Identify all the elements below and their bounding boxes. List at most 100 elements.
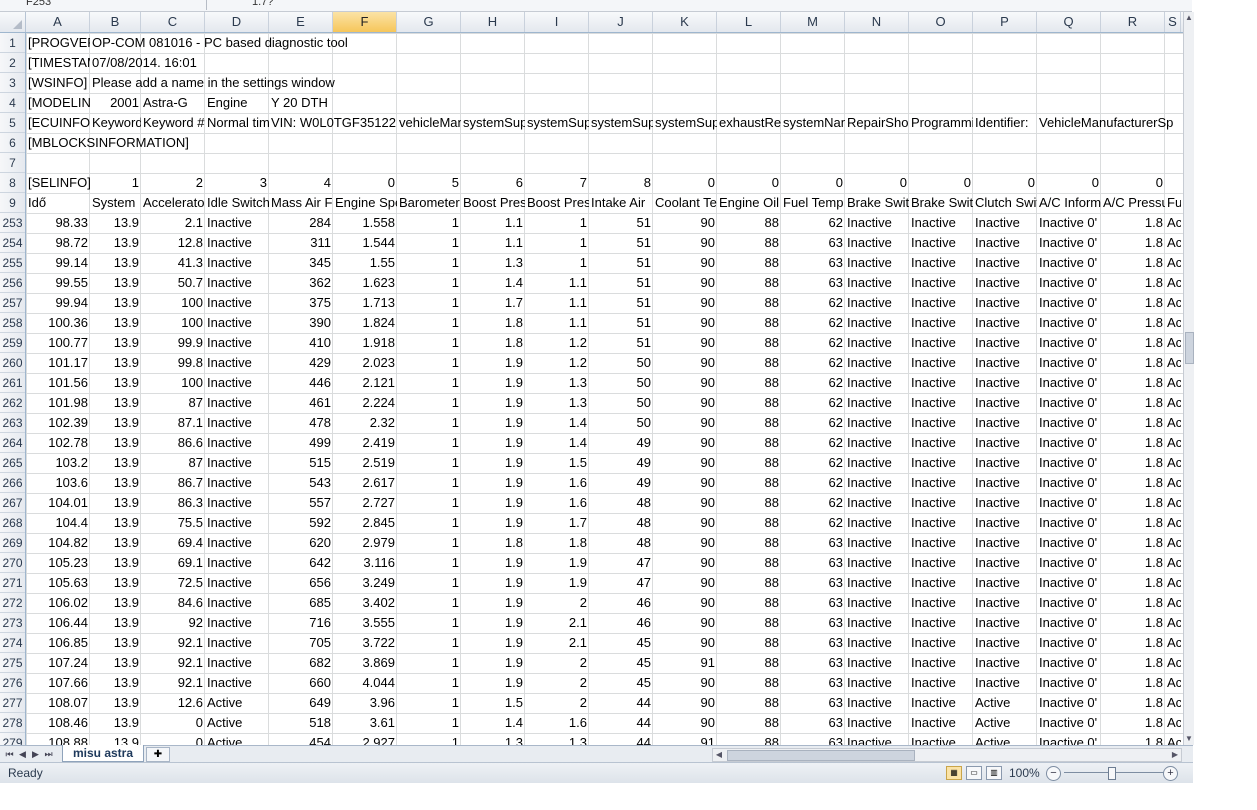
column-header-E[interactable]: E — [269, 12, 333, 32]
cell-B33[interactable]: 13.9 — [90, 673, 141, 693]
cell-I24[interactable]: 1.6 — [525, 493, 589, 513]
cell-G9[interactable]: Barometer — [397, 193, 461, 213]
cell-C36[interactable]: 0 — [141, 733, 205, 745]
cell-N10[interactable]: Inactive — [845, 213, 909, 233]
cell-D34[interactable]: Active — [205, 693, 269, 713]
cell-R11[interactable]: 1.8 — [1101, 233, 1165, 253]
cell-C32[interactable]: 92.1 — [141, 653, 205, 673]
cell-S12[interactable]: Ac — [1165, 253, 1181, 273]
vertical-scrollbar[interactable]: ▲ ▼ — [1183, 12, 1194, 745]
cell-H10[interactable]: 1.1 — [461, 213, 525, 233]
column-header-N[interactable]: N — [845, 12, 909, 32]
cell-R29[interactable]: 1.8 — [1101, 593, 1165, 613]
cell-B17[interactable]: 13.9 — [90, 353, 141, 373]
cell-K19[interactable]: 90 — [653, 393, 717, 413]
cell-A14[interactable]: 99.94 — [26, 293, 90, 313]
cell-A30[interactable]: 106.44 — [26, 613, 90, 633]
cell-R8[interactable]: 0 — [1101, 173, 1165, 193]
cell-E35[interactable]: 518 — [269, 713, 333, 733]
cell-E20[interactable]: 478 — [269, 413, 333, 433]
cell-P30[interactable]: Inactive — [973, 613, 1037, 633]
cell-O9[interactable]: Brake Switch — [909, 193, 973, 213]
cell-G34[interactable]: 1 — [397, 693, 461, 713]
cell-P15[interactable]: Inactive — [973, 313, 1037, 333]
cell-E36[interactable]: 454 — [269, 733, 333, 745]
cell-B14[interactable]: 13.9 — [90, 293, 141, 313]
row-header-269[interactable]: 269 — [0, 533, 25, 553]
cell-B36[interactable]: 13.9 — [90, 733, 141, 745]
column-header-C[interactable]: C — [141, 12, 205, 32]
cell-D32[interactable]: Inactive — [205, 653, 269, 673]
cell-H35[interactable]: 1.4 — [461, 713, 525, 733]
column-header-S[interactable]: S — [1165, 12, 1181, 32]
row-header-1[interactable]: 1 — [0, 33, 25, 53]
cell-D20[interactable]: Inactive — [205, 413, 269, 433]
cell-A33[interactable]: 107.66 — [26, 673, 90, 693]
cell-G21[interactable]: 1 — [397, 433, 461, 453]
cell-L20[interactable]: 88 — [717, 413, 781, 433]
row-header-266[interactable]: 266 — [0, 473, 25, 493]
cell-M23[interactable]: 62 — [781, 473, 845, 493]
cell-G22[interactable]: 1 — [397, 453, 461, 473]
cell-M28[interactable]: 63 — [781, 573, 845, 593]
cell-D5[interactable]: Normal timing — [205, 113, 269, 133]
cell-N24[interactable]: Inactive — [845, 493, 909, 513]
cell-B20[interactable]: 13.9 — [90, 413, 141, 433]
cell-H21[interactable]: 1.9 — [461, 433, 525, 453]
cell-E33[interactable]: 660 — [269, 673, 333, 693]
cell-D9[interactable]: Idle Switch — [205, 193, 269, 213]
column-header-J[interactable]: J — [589, 12, 653, 32]
cell-J14[interactable]: 51 — [589, 293, 653, 313]
cell-G13[interactable]: 1 — [397, 273, 461, 293]
cell-C34[interactable]: 12.6 — [141, 693, 205, 713]
cell-I19[interactable]: 1.3 — [525, 393, 589, 413]
cell-O12[interactable]: Inactive — [909, 253, 973, 273]
row-header-9[interactable]: 9 — [0, 193, 25, 213]
cell-K26[interactable]: 90 — [653, 533, 717, 553]
cell-R13[interactable]: 1.8 — [1101, 273, 1165, 293]
cell-H15[interactable]: 1.8 — [461, 313, 525, 333]
cell-P33[interactable]: Inactive — [973, 673, 1037, 693]
cell-A28[interactable]: 105.63 — [26, 573, 90, 593]
cell-K5[interactable]: systemSupplier — [653, 113, 717, 133]
cell-Q14[interactable]: Inactive 0' — [1037, 293, 1101, 313]
cell-P22[interactable]: Inactive — [973, 453, 1037, 473]
cell-M26[interactable]: 63 — [781, 533, 845, 553]
cell-E28[interactable]: 656 — [269, 573, 333, 593]
cell-N5[interactable]: RepairShopCode — [845, 113, 909, 133]
cell-H12[interactable]: 1.3 — [461, 253, 525, 273]
cell-H17[interactable]: 1.9 — [461, 353, 525, 373]
cell-O30[interactable]: Inactive — [909, 613, 973, 633]
cell-L26[interactable]: 88 — [717, 533, 781, 553]
cell-F26[interactable]: 2.979 — [333, 533, 397, 553]
cell-M30[interactable]: 63 — [781, 613, 845, 633]
cell-L16[interactable]: 88 — [717, 333, 781, 353]
cell-F15[interactable]: 1.824 — [333, 313, 397, 333]
cell-J30[interactable]: 46 — [589, 613, 653, 633]
cell-M11[interactable]: 63 — [781, 233, 845, 253]
cell-B4[interactable]: 2001 — [90, 93, 141, 113]
cell-F35[interactable]: 3.61 — [333, 713, 397, 733]
cell-K21[interactable]: 90 — [653, 433, 717, 453]
cell-L23[interactable]: 88 — [717, 473, 781, 493]
cell-H26[interactable]: 1.8 — [461, 533, 525, 553]
cell-G35[interactable]: 1 — [397, 713, 461, 733]
cell-P25[interactable]: Inactive — [973, 513, 1037, 533]
cell-C21[interactable]: 86.6 — [141, 433, 205, 453]
cell-B29[interactable]: 13.9 — [90, 593, 141, 613]
cell-A1[interactable]: [PROGVERSION] — [26, 33, 90, 53]
cell-K27[interactable]: 90 — [653, 553, 717, 573]
cell-O17[interactable]: Inactive — [909, 353, 973, 373]
row-header-256[interactable]: 256 — [0, 273, 25, 293]
cell-D16[interactable]: Inactive — [205, 333, 269, 353]
cell-J18[interactable]: 50 — [589, 373, 653, 393]
cell-S11[interactable]: Ac — [1165, 233, 1181, 253]
cell-J31[interactable]: 45 — [589, 633, 653, 653]
cell-B13[interactable]: 13.9 — [90, 273, 141, 293]
cell-P9[interactable]: Clutch Switch — [973, 193, 1037, 213]
cell-P34[interactable]: Active — [973, 693, 1037, 713]
cell-A29[interactable]: 106.02 — [26, 593, 90, 613]
cell-A20[interactable]: 102.39 — [26, 413, 90, 433]
cell-H13[interactable]: 1.4 — [461, 273, 525, 293]
cell-I13[interactable]: 1.1 — [525, 273, 589, 293]
